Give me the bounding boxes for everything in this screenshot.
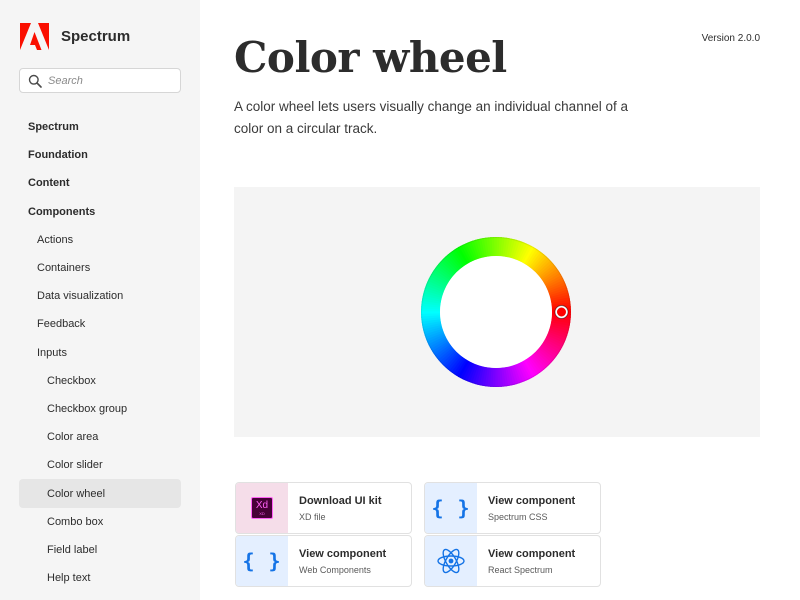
sidebar-item-inputs[interactable]: Inputs — [19, 339, 181, 367]
sidebar-item-containers[interactable]: Containers — [19, 254, 181, 282]
css-braces-icon: { } — [431, 496, 471, 520]
search-input[interactable] — [48, 74, 178, 87]
page-title: Color wheel — [234, 33, 507, 82]
page-description: A color wheel lets users visually change… — [234, 99, 628, 136]
card-subtitle: XD file — [299, 511, 326, 522]
card-subtitle: Spectrum CSS — [488, 511, 548, 522]
sidebar-item-components[interactable]: Components — [19, 198, 181, 226]
sidebar-item-foundation[interactable]: Foundation — [19, 141, 181, 169]
card-icon-area: { } — [236, 536, 288, 586]
sidebar-item-spectrum[interactable]: Spectrum — [19, 113, 181, 141]
search-icon — [28, 74, 42, 88]
version-label: Version 2.0.0 — [701, 33, 760, 44]
sidebar-item-data-visualization[interactable]: Data visualization — [19, 282, 181, 310]
sidebar-item-checkbox-group[interactable]: Checkbox group — [19, 395, 181, 423]
card-title: View component — [299, 547, 387, 560]
sidebar-item-color-area[interactable]: Color area — [19, 423, 181, 451]
web-components-braces-icon: { } — [242, 549, 282, 573]
search-box — [19, 68, 181, 93]
card-title: View component — [488, 547, 576, 560]
color-wheel-handle[interactable] — [555, 305, 568, 319]
sidebar: Spectrum Spectrum Foundation Content Com… — [0, 0, 200, 600]
card-icon-area — [425, 536, 477, 586]
sidebar-item-color-slider[interactable]: Color slider — [19, 451, 181, 479]
sidebar-item-combo-box[interactable]: Combo box — [19, 508, 181, 536]
card-icon-area: { } — [425, 483, 477, 533]
adobe-logo-icon — [20, 22, 49, 50]
download-ui-kit-card[interactable]: Xd XD Download UI kit XD file — [235, 482, 412, 534]
brand-link[interactable]: Spectrum — [20, 22, 130, 50]
color-wheel[interactable] — [421, 237, 571, 387]
brand-name: Spectrum — [61, 27, 131, 45]
sidebar-item-checkbox[interactable]: Checkbox — [19, 367, 181, 395]
react-icon — [437, 548, 465, 574]
sidebar-item-help-text[interactable]: Help text — [19, 564, 181, 592]
sidebar-item-field-label[interactable]: Field label — [19, 536, 181, 564]
adobe-xd-icon: Xd XD — [251, 497, 273, 519]
sidebar-item-feedback[interactable]: Feedback — [19, 310, 181, 338]
view-spectrum-css-card[interactable]: { } View component Spectrum CSS — [424, 482, 601, 534]
sidebar-item-color-wheel[interactable]: Color wheel — [19, 479, 181, 508]
card-subtitle: React Spectrum — [488, 564, 553, 575]
view-react-spectrum-card[interactable]: View component React Spectrum — [424, 535, 601, 587]
card-subtitle: Web Components — [299, 564, 371, 575]
view-web-components-card[interactable]: { } View component Web Components — [235, 535, 412, 587]
sidebar-item-content[interactable]: Content — [19, 169, 181, 197]
sidebar-nav: Spectrum Foundation Content Components A… — [19, 113, 181, 592]
card-icon-area: Xd XD — [236, 483, 288, 533]
card-title: Download UI kit — [299, 494, 382, 507]
component-preview — [234, 187, 760, 437]
sidebar-item-actions[interactable]: Actions — [19, 226, 181, 254]
card-title: View component — [488, 494, 576, 507]
